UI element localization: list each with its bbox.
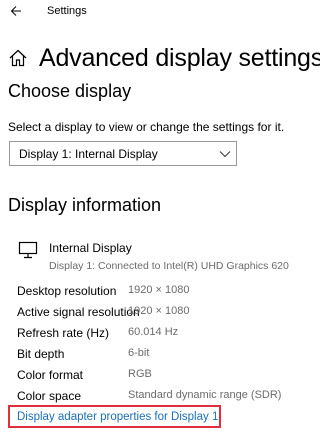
title-bar: Settings — [0, 0, 320, 24]
display-connection: Display 1: Connected to Intel(R) UHD Gra… — [49, 260, 289, 272]
info-value: 6-bit — [128, 347, 150, 359]
info-value: 1920 × 1080 — [128, 305, 190, 317]
choose-display-heading: Choose display — [8, 81, 132, 101]
page-title: Advanced display settings — [39, 43, 320, 72]
info-value: 60.014 Hz — [128, 326, 179, 338]
info-row-color-format: Color format RGB — [17, 366, 317, 387]
back-arrow-icon — [10, 6, 21, 16]
info-label: Active signal resolution — [17, 305, 140, 319]
info-row-bit-depth: Bit depth 6-bit — [17, 345, 317, 366]
display-select-dropdown[interactable]: Display 1: Internal Display — [9, 141, 237, 166]
info-label: Refresh rate (Hz) — [17, 326, 110, 340]
display-name: Internal Display — [49, 241, 132, 255]
display-select-value: Display 1: Internal Display — [19, 146, 158, 161]
back-button[interactable] — [7, 2, 25, 20]
info-value: 1920 × 1080 — [128, 284, 190, 296]
monitor-icon — [18, 241, 40, 263]
info-value: RGB — [128, 368, 152, 380]
choose-display-description: Select a display to view or change the s… — [8, 120, 285, 134]
chevron-down-icon — [214, 143, 236, 165]
home-icon[interactable] — [8, 47, 30, 69]
info-row-active-signal-resolution: Active signal resolution 1920 × 1080 — [17, 303, 317, 324]
window-title: Settings — [47, 5, 87, 17]
display-information-heading: Display information — [8, 195, 162, 215]
info-label: Color format — [17, 368, 84, 382]
info-label: Color space — [17, 389, 82, 403]
info-value: Standard dynamic range (SDR) — [128, 389, 282, 401]
page-header: Advanced display settings — [8, 40, 320, 76]
adapter-link-text: Display adapter properties for Display 1 — [17, 410, 219, 423]
display-adapter-properties-link[interactable]: Display adapter properties for Display 1 — [8, 405, 221, 428]
info-label: Desktop resolution — [17, 284, 117, 298]
info-row-desktop-resolution: Desktop resolution 1920 × 1080 — [17, 282, 317, 303]
info-label: Bit depth — [17, 347, 65, 361]
display-info-table: Desktop resolution 1920 × 1080 Active si… — [17, 282, 317, 408]
info-row-refresh-rate: Refresh rate (Hz) 60.014 Hz — [17, 324, 317, 345]
